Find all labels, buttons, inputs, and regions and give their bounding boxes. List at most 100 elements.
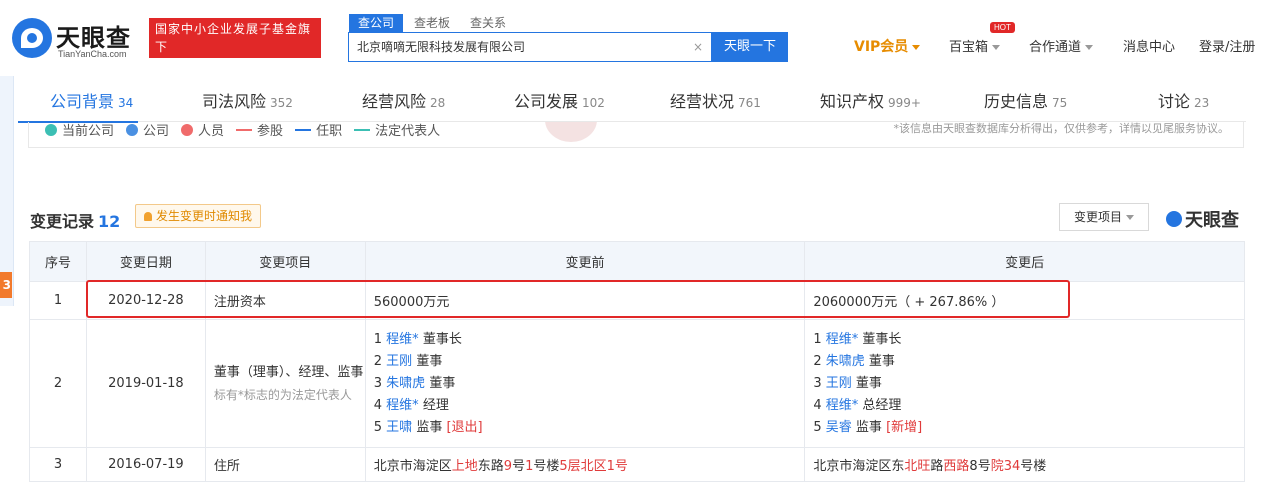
tab-history[interactable]: 历史信息 75: [984, 88, 1067, 112]
tab-label: 公司发展: [514, 92, 579, 111]
data-disclaimer: *该信息由天眼查数据库分析得出，仅供参考，详情以见尾服务协议。: [893, 122, 1230, 135]
person-line: 1 程维* 董事长: [373, 331, 462, 347]
dot-icon: [45, 123, 57, 136]
login-register-link[interactable]: 登录/注册: [1199, 36, 1255, 55]
person-link[interactable]: 程维*: [826, 398, 859, 413]
tab-intellectual-property[interactable]: 知识产权 999+: [820, 88, 921, 112]
site-logo[interactable]: 天眼查 TianYanCha.com: [12, 14, 142, 64]
watermark-logo: 天眼查: [1166, 206, 1239, 232]
vip-menu[interactable]: VIP会员: [854, 36, 921, 56]
person-link[interactable]: 程维*: [386, 332, 419, 347]
tab-discussion[interactable]: 讨论 23: [1158, 88, 1209, 112]
person-line: 5 吴睿 监事 [新增]: [813, 419, 923, 435]
cell-date: 2019-01-18: [85, 319, 206, 448]
person-link[interactable]: 吴睿: [826, 420, 852, 435]
search-type-tabs: 查公司 查老板 查关系: [349, 14, 517, 32]
side-badge: 3: [0, 272, 12, 298]
chevron-down-icon: [992, 45, 1001, 50]
tab-count: 23: [1194, 96, 1210, 110]
tab-count: 352: [270, 96, 293, 110]
tab-count: 761: [738, 96, 761, 110]
section-count: 12: [98, 212, 121, 231]
tab-company-development[interactable]: 公司发展 102: [514, 88, 605, 112]
logo-icon: [12, 18, 52, 58]
hot-badge: HOT: [990, 22, 1015, 33]
dot-icon: [181, 123, 194, 136]
top-header: 天眼查 TianYanCha.com 国家中小企业发展子基金旗下 官方备案企业征…: [0, 0, 1264, 76]
bell-icon: [144, 212, 152, 221]
person-link[interactable]: 王啸: [386, 420, 412, 435]
new-tag: [新增]: [886, 419, 923, 435]
company-tabs: 公司背景 34 司法风险 352 经营风险 28 公司发展 102 经营状况 761 知识…: [18, 76, 1246, 122]
search-box: ×: [348, 32, 712, 62]
message-center-link[interactable]: 消息中心: [1123, 36, 1175, 55]
cell-item: 住所: [204, 447, 366, 482]
cooperation-menu[interactable]: 合作通道: [1029, 36, 1094, 55]
line-icon: [295, 128, 312, 131]
treasure-box-menu[interactable]: 百宝箱: [949, 36, 1001, 55]
chevron-down-icon: [1085, 45, 1094, 50]
search-tab-boss[interactable]: 查老板: [405, 14, 459, 32]
tab-operation-risk[interactable]: 经营风险 28: [362, 88, 445, 112]
promo-line-1: 国家中小企业发展子基金旗下: [155, 22, 312, 54]
person-link[interactable]: 程维*: [826, 332, 859, 347]
cell-before: 北京市海淀区上地东路9号1号楼5层北区1号: [364, 447, 806, 482]
promo-line-2: 官方备案企业征信机构: [155, 58, 286, 72]
item-text: 董事（理事）、经理、监事: [213, 364, 364, 380]
cell-no: 2: [29, 319, 87, 448]
tab-count: 34: [118, 96, 134, 110]
cell-after: 1 程维* 董事长 2 朱啸虎 董事 3 王刚 董事 4 程维* 总经理 5 吴…: [804, 319, 1245, 448]
tab-business-status[interactable]: 经营状况 761: [670, 88, 761, 112]
change-records-table: 序号 变更日期 变更项目 变更前 变更后 1 2020-12-28 注册资本 5…: [29, 241, 1245, 482]
tab-label: 司法风险: [202, 92, 267, 111]
notify-on-change-button[interactable]: 发生变更时通知我: [135, 204, 262, 228]
cell-after: 北京市海淀区东北旺路西路8号院34号楼: [804, 447, 1245, 482]
tab-label: 公司背景: [50, 92, 115, 111]
clear-icon[interactable]: ×: [693, 40, 703, 54]
legend-label: 公司: [143, 124, 170, 139]
promo-banner[interactable]: 国家中小企业发展子基金旗下 官方备案企业征信机构: [149, 18, 321, 72]
person-link[interactable]: 朱啸虎: [826, 354, 865, 369]
legend-current-company: 当前公司: [45, 122, 114, 139]
logo-text: 天眼查: [56, 24, 131, 52]
cell-item: 董事（理事）、经理、监事 标有*标志的为法定代表人: [204, 319, 366, 448]
cell-date: 2016-07-19: [85, 447, 206, 482]
tab-label: 讨论: [1158, 92, 1191, 111]
search-tab-relation[interactable]: 查关系: [461, 14, 515, 32]
tab-label: 经营风险: [362, 92, 427, 111]
legend-label: 法定代表人: [375, 124, 441, 139]
cell-no: 1: [29, 281, 87, 320]
tab-label: 知识产权: [820, 92, 885, 111]
header-after: 变更后: [804, 241, 1245, 282]
graph-legend: 当前公司 公司 人员 参股 任职 法定代表人: [45, 122, 452, 139]
tab-count: 28: [430, 96, 446, 110]
person-link[interactable]: 王刚: [386, 354, 412, 369]
person-line: 5 王啸 监事 [退出]: [373, 419, 483, 435]
search-input[interactable]: [357, 33, 677, 61]
tab-legal-risk[interactable]: 司法风险 352: [202, 88, 293, 112]
person-link[interactable]: 程维*: [386, 398, 419, 413]
legend-shareholding: 参股: [236, 122, 283, 139]
tab-label: 经营状况: [670, 92, 735, 111]
tab-label: 历史信息: [984, 92, 1049, 111]
person-line: 2 朱啸虎 董事: [813, 353, 895, 369]
logo-domain: TianYanCha.com: [58, 49, 127, 59]
change-item-filter[interactable]: 变更项目: [1059, 203, 1149, 231]
legend-person: 人员: [181, 122, 224, 139]
chevron-down-icon: [912, 45, 921, 50]
tab-company-background[interactable]: 公司背景 34: [50, 88, 133, 112]
cell-no: 3: [29, 447, 87, 482]
person-link[interactable]: 朱啸虎: [386, 376, 425, 391]
person-line: 3 朱啸虎 董事: [373, 375, 456, 391]
item-note: 标有*标志的为法定代表人: [213, 387, 352, 402]
search-button[interactable]: 天眼一下: [712, 32, 788, 62]
person-link[interactable]: 王刚: [826, 376, 852, 391]
tab-count: 999+: [888, 96, 921, 110]
header-date: 变更日期: [85, 241, 206, 282]
treasure-box-label: 百宝箱: [949, 40, 989, 55]
line-icon: [354, 128, 371, 131]
highlight-annotation: [86, 280, 1070, 318]
dot-icon: [126, 123, 139, 136]
table-row: 3 2016-07-19 住所 北京市海淀区上地东路9号1号楼5层北区1号 北京…: [29, 447, 1245, 482]
search-tab-company[interactable]: 查公司: [349, 14, 404, 32]
